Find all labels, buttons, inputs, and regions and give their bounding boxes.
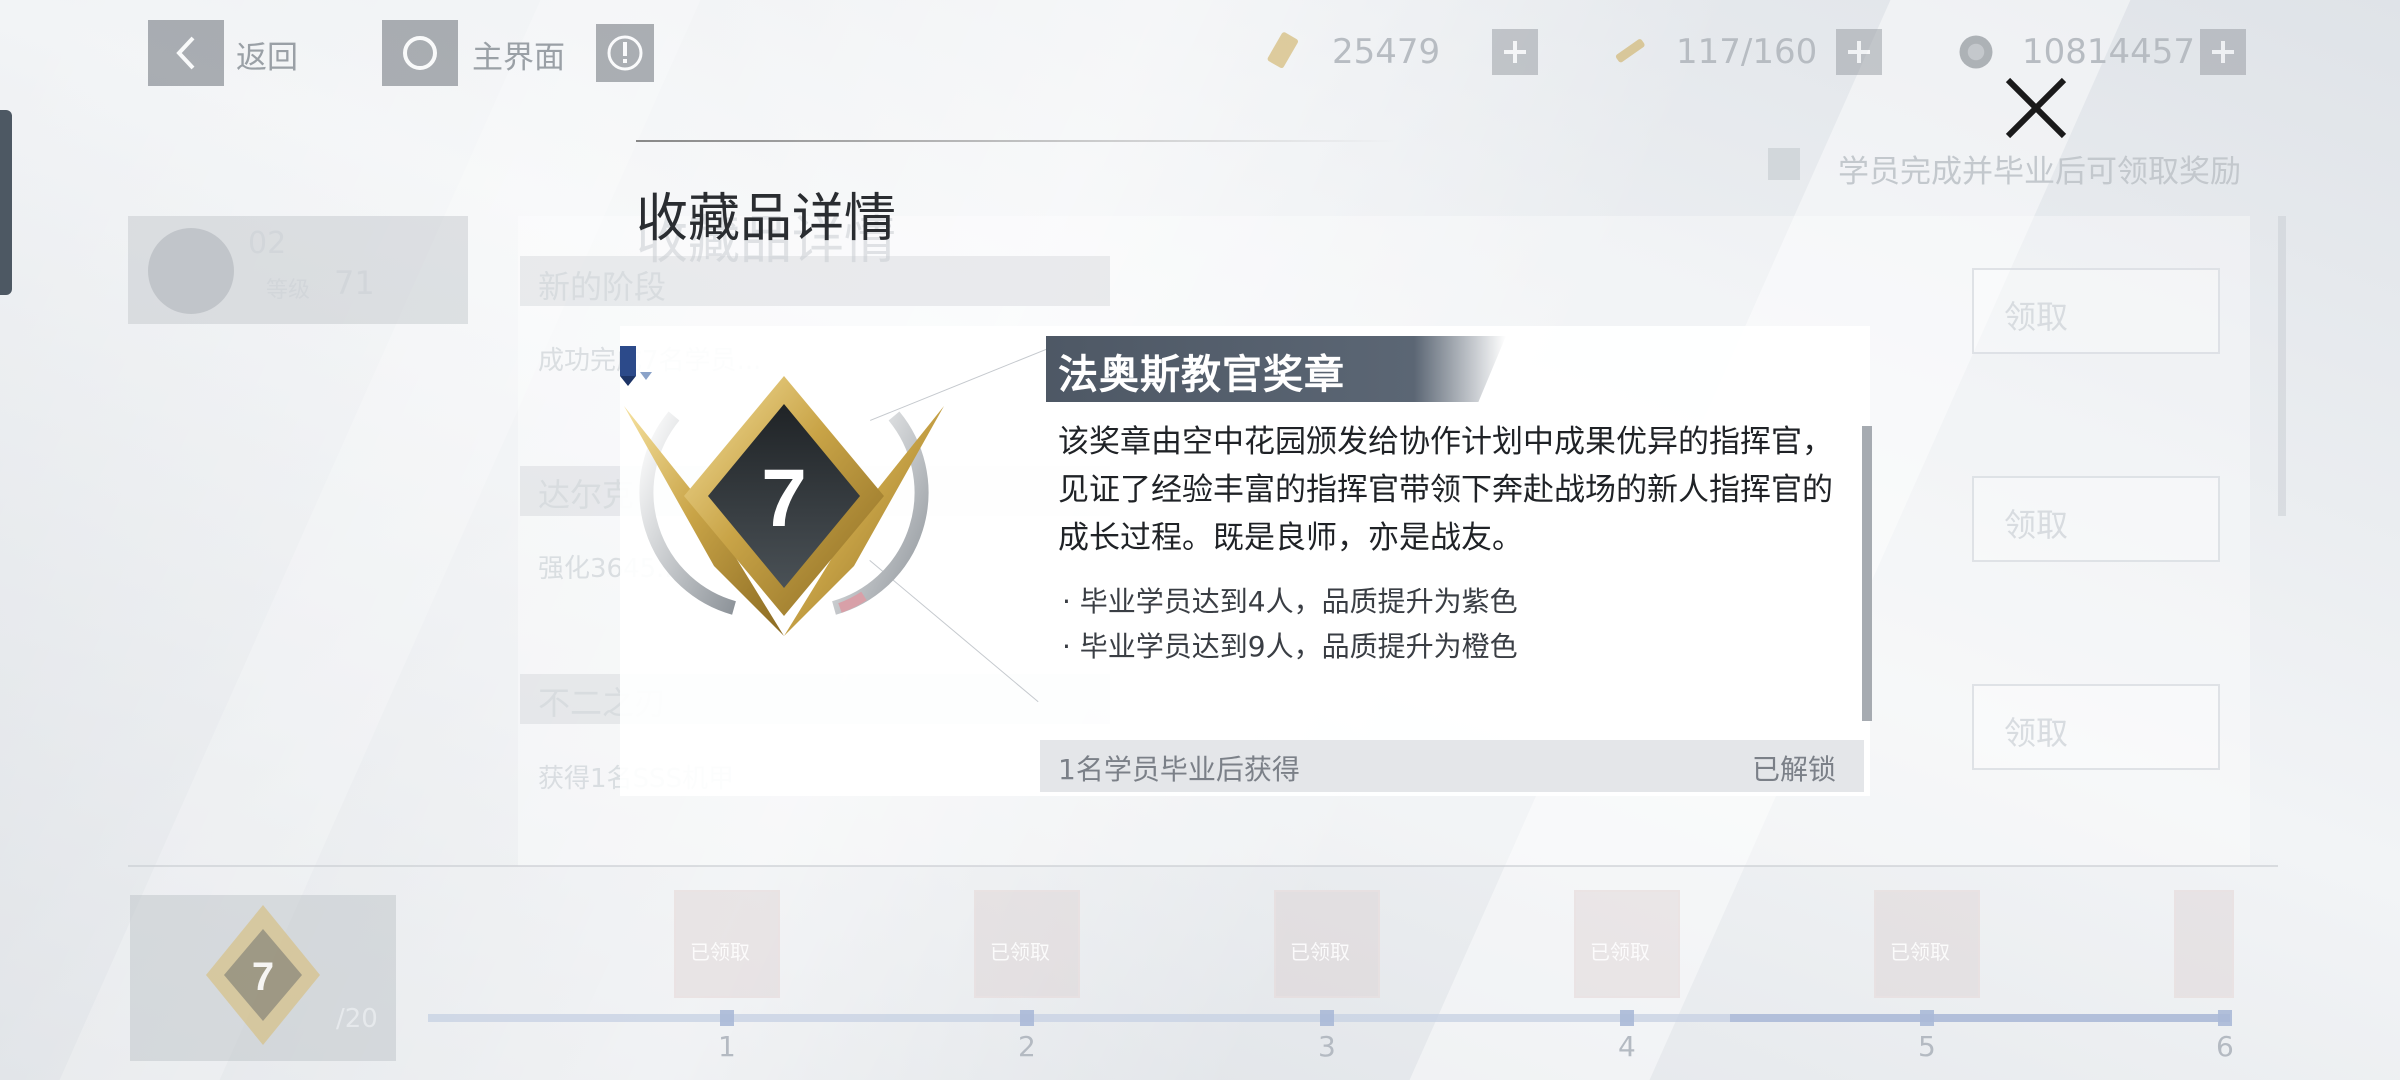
divider <box>128 865 2278 867</box>
home-button[interactable] <box>382 20 458 86</box>
obtain-condition: 1名学员毕业后获得 <box>1058 753 1300 786</box>
resource-stamina: 117/160 <box>1606 24 1882 80</box>
medal-thumb-number: 7 <box>252 955 274 999</box>
avatar <box>148 228 234 314</box>
step-marker <box>720 1010 734 1026</box>
reward-status: 已领取 <box>1590 940 1650 964</box>
plus-icon <box>1504 41 1526 63</box>
coin-count: 10814457 <box>2022 32 2196 72</box>
close-button[interactable] <box>2000 72 2072 144</box>
info-button[interactable] <box>596 24 654 82</box>
unlock-status: 已解锁 <box>1752 753 1837 786</box>
back-button[interactable] <box>148 20 224 86</box>
medal-thumbnail[interactable]: 7 <box>130 895 396 1061</box>
step-marker <box>1620 1010 1634 1026</box>
step-number: 2 <box>1018 1030 1036 1063</box>
ticket-add-button[interactable] <box>1492 29 1538 75</box>
coin-add-button[interactable] <box>2200 29 2246 75</box>
reward-status: 已领取 <box>690 940 750 964</box>
claim-label: 领取 <box>2004 714 2069 752</box>
step-marker <box>1920 1010 1934 1026</box>
reward-box[interactable]: 已领取 <box>974 890 1080 998</box>
medal-icon: 7 <box>206 905 320 1045</box>
stamina-add-button[interactable] <box>1836 29 1882 75</box>
ticket-count: 25479 <box>1332 32 1441 72</box>
step-number: 3 <box>1318 1030 1336 1063</box>
resource-coin: 10814457 <box>1952 24 2246 80</box>
upgrade-condition: · 毕业学员达到4人，品质提升为紫色 <box>1062 585 1518 618</box>
step-number: 6 <box>2216 1030 2234 1063</box>
plus-icon <box>1848 41 1870 63</box>
step-number: 1 <box>718 1030 736 1063</box>
home-label: 主界面 <box>472 40 565 76</box>
modal-title: 收藏品详情 <box>636 189 897 249</box>
reward-status: 已领取 <box>1290 940 1350 964</box>
medal-number: 7 <box>761 453 807 544</box>
step-marker <box>1320 1010 1334 1026</box>
alert-icon <box>607 35 643 71</box>
reward-status: 已领取 <box>1890 940 1950 964</box>
item-name: 法奥斯教官奖章 <box>1058 352 1345 398</box>
scrollbar[interactable] <box>2278 216 2286 516</box>
claim-button[interactable]: 领取 <box>1972 268 2220 354</box>
reward-box[interactable]: 已领取 <box>674 890 780 998</box>
reward-box[interactable]: 已领取 <box>1874 890 1980 998</box>
graduation-hint: 学员完成并毕业后可领取奖励 <box>1838 154 2241 190</box>
item-description: 该奖章由空中花园颁发给协作计划中成果优异的指挥官，见证了经验丰富的指挥官带领下奔… <box>1058 424 1833 556</box>
level-value: 71 <box>334 264 375 302</box>
flag-icon <box>1768 148 1800 180</box>
claim-label: 领取 <box>2004 506 2069 544</box>
title-divider <box>636 140 1396 142</box>
claim-label: 领取 <box>2004 298 2069 336</box>
level-label: 等级 <box>266 278 311 303</box>
medal-progress-count: /20 <box>336 1004 378 1034</box>
claim-button[interactable]: 领取 <box>1972 684 2220 770</box>
back-label: 返回 <box>236 40 298 76</box>
resource-ticket: 25479 <box>1262 24 1538 80</box>
stamina-count: 117/160 <box>1676 32 1818 72</box>
reward-status: 已领取 <box>990 940 1050 964</box>
step-number: 5 <box>1918 1030 1936 1063</box>
reward-box[interactable]: 已领取 <box>1274 890 1380 998</box>
step-marker <box>1020 1010 1034 1026</box>
step-number: 4 <box>1618 1030 1636 1063</box>
student-number: 02 <box>248 226 287 261</box>
plus-icon <box>2212 41 2234 63</box>
claim-button[interactable]: 领取 <box>1972 476 2220 562</box>
progress-fill <box>1730 1014 2230 1022</box>
reward-box[interactable] <box>2174 890 2234 998</box>
ticket-icon <box>1262 28 1310 76</box>
chevron-left-icon <box>176 36 195 70</box>
student-profile[interactable]: 02 等级 71 <box>128 216 468 324</box>
close-icon <box>2005 77 2067 139</box>
stamina-icon <box>1606 28 1654 76</box>
upgrade-condition: · 毕业学员达到9人，品质提升为橙色 <box>1062 630 1518 663</box>
reward-box[interactable]: 已领取 <box>1574 890 1680 998</box>
medal-icon: 7 <box>624 376 944 636</box>
side-drawer-handle[interactable] <box>0 110 12 295</box>
circle-icon <box>403 36 437 70</box>
step-marker <box>2218 1010 2232 1026</box>
coin-icon <box>1952 28 2000 76</box>
description-scrollbar[interactable] <box>1862 426 1872 721</box>
